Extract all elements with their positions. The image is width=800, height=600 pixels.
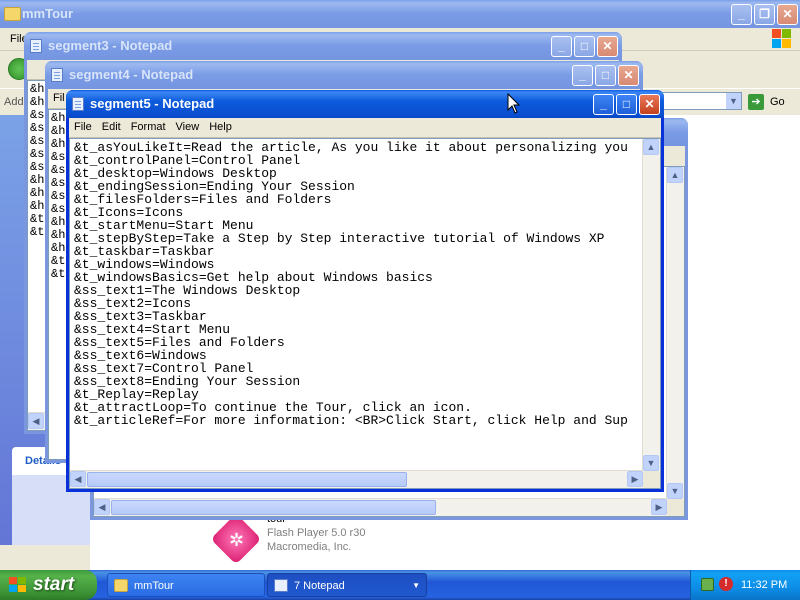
minimize-button[interactable]: _ bbox=[731, 4, 752, 25]
close-button[interactable]: ✕ bbox=[777, 4, 798, 25]
scroll-thumb[interactable] bbox=[87, 472, 407, 487]
flash-file-icon: ✲ bbox=[210, 513, 262, 565]
maximize-button[interactable]: □ bbox=[574, 36, 595, 57]
notepad-icon bbox=[51, 68, 63, 82]
menu-help[interactable]: Help bbox=[204, 118, 237, 137]
scroll-up-icon[interactable]: ▲ bbox=[667, 167, 683, 183]
resize-grip[interactable] bbox=[667, 499, 684, 516]
dropdown-arrow-icon[interactable]: ▼ bbox=[726, 93, 741, 109]
mouse-pointer-icon bbox=[507, 93, 521, 114]
taskbar-item-mmtour[interactable]: mmTour bbox=[107, 573, 265, 597]
scroll-left-icon[interactable]: ◀ bbox=[28, 413, 44, 429]
text-line: &t_articleRef=For more information: <BR>… bbox=[74, 413, 628, 428]
scroll-left-icon[interactable]: ◀ bbox=[70, 471, 86, 487]
tour-file-item[interactable]: ✲ tour Flash Player 5.0 r30 Macromedia, … bbox=[210, 512, 412, 568]
segment5-title: segment5 - Notepad bbox=[90, 96, 215, 111]
restore-button[interactable]: ❐ bbox=[754, 4, 775, 25]
menu-edit[interactable]: Edit bbox=[97, 118, 126, 137]
horizontal-scrollbar[interactable]: ◀ ▶ bbox=[94, 498, 667, 516]
maximize-button[interactable]: □ bbox=[616, 94, 637, 115]
file-type: Flash Player 5.0 r30 bbox=[267, 527, 366, 539]
scroll-down-icon[interactable]: ▼ bbox=[667, 483, 683, 499]
vertical-scrollbar[interactable]: ▲ ▼ bbox=[666, 167, 684, 499]
close-button[interactable]: ✕ bbox=[597, 36, 618, 57]
go-arrow-icon: ➔ bbox=[748, 94, 764, 110]
taskbar: start mmTour 7 Notepad ▼ ! 11:32 PM bbox=[0, 570, 800, 600]
segment4-title: segment4 - Notepad bbox=[69, 67, 194, 82]
segment4-titlebar[interactable]: segment4 - Notepad _ □ ✕ bbox=[45, 61, 643, 89]
minimize-button[interactable]: _ bbox=[572, 65, 593, 86]
system-tray: ! 11:32 PM bbox=[690, 570, 800, 600]
close-button[interactable]: ✕ bbox=[618, 65, 639, 86]
notepad-icon bbox=[72, 97, 84, 111]
segment3-titlebar[interactable]: segment3 - Notepad _ □ ✕ bbox=[24, 32, 622, 60]
segment3-title: segment3 - Notepad bbox=[48, 38, 173, 53]
minimize-button[interactable]: _ bbox=[551, 36, 572, 57]
desktop: { "explorer": { "title": "mmTour", "menu… bbox=[0, 0, 800, 600]
address-input[interactable]: ▼ bbox=[662, 92, 742, 110]
resize-grip[interactable] bbox=[643, 471, 660, 488]
scroll-right-icon[interactable]: ▶ bbox=[627, 471, 643, 487]
close-button[interactable]: ✕ bbox=[639, 94, 660, 115]
windows-flag-icon bbox=[9, 577, 26, 593]
horizontal-scrollbar[interactable]: ◀ ▶ bbox=[70, 470, 643, 488]
notepad-window-segment5: segment5 - Notepad _ □ ✕ File Edit Format V… bbox=[66, 90, 664, 492]
scroll-left-icon[interactable]: ◀ bbox=[94, 499, 110, 515]
segment5-titlebar[interactable]: segment5 - Notepad _ □ ✕ bbox=[66, 90, 664, 118]
clock[interactable]: 11:32 PM bbox=[741, 570, 787, 600]
maximize-button[interactable]: □ bbox=[595, 65, 616, 86]
minimize-button[interactable]: _ bbox=[593, 94, 614, 115]
chevron-down-icon: ▼ bbox=[412, 581, 420, 590]
vertical-scrollbar[interactable]: ▲ ▼ bbox=[642, 139, 660, 471]
scroll-up-icon[interactable]: ▲ bbox=[643, 139, 659, 155]
scroll-right-icon[interactable]: ▶ bbox=[651, 499, 667, 515]
network-icon[interactable] bbox=[701, 578, 714, 591]
segment5-menubar: File Edit Format View Help bbox=[69, 118, 661, 138]
explorer-titlebar[interactable]: mmTour _ ❐ ✕ bbox=[0, 0, 800, 28]
folder-icon bbox=[4, 7, 21, 21]
notepad-icon bbox=[30, 39, 42, 53]
scroll-down-icon[interactable]: ▼ bbox=[643, 455, 659, 471]
menu-view[interactable]: View bbox=[171, 118, 205, 137]
security-alert-icon[interactable]: ! bbox=[719, 577, 733, 591]
go-button[interactable]: ➔ Go bbox=[748, 92, 785, 112]
notepad-icon bbox=[274, 579, 288, 592]
folder-icon bbox=[114, 579, 128, 592]
windows-logo-icon bbox=[772, 29, 792, 49]
file-company: Macromedia, Inc. bbox=[267, 541, 352, 553]
segment5-text[interactable]: &t_asYouLikeIt=Read the article, As you … bbox=[74, 141, 640, 468]
explorer-title: mmTour bbox=[22, 6, 74, 21]
start-button[interactable]: start bbox=[0, 570, 97, 600]
scroll-thumb[interactable] bbox=[111, 500, 436, 515]
menu-file[interactable]: File bbox=[69, 118, 97, 137]
taskbar-item-notepad-group[interactable]: 7 Notepad ▼ bbox=[267, 573, 427, 597]
segment5-edit-area[interactable]: &t_asYouLikeIt=Read the article, As you … bbox=[69, 138, 661, 489]
menu-format[interactable]: Format bbox=[126, 118, 171, 137]
